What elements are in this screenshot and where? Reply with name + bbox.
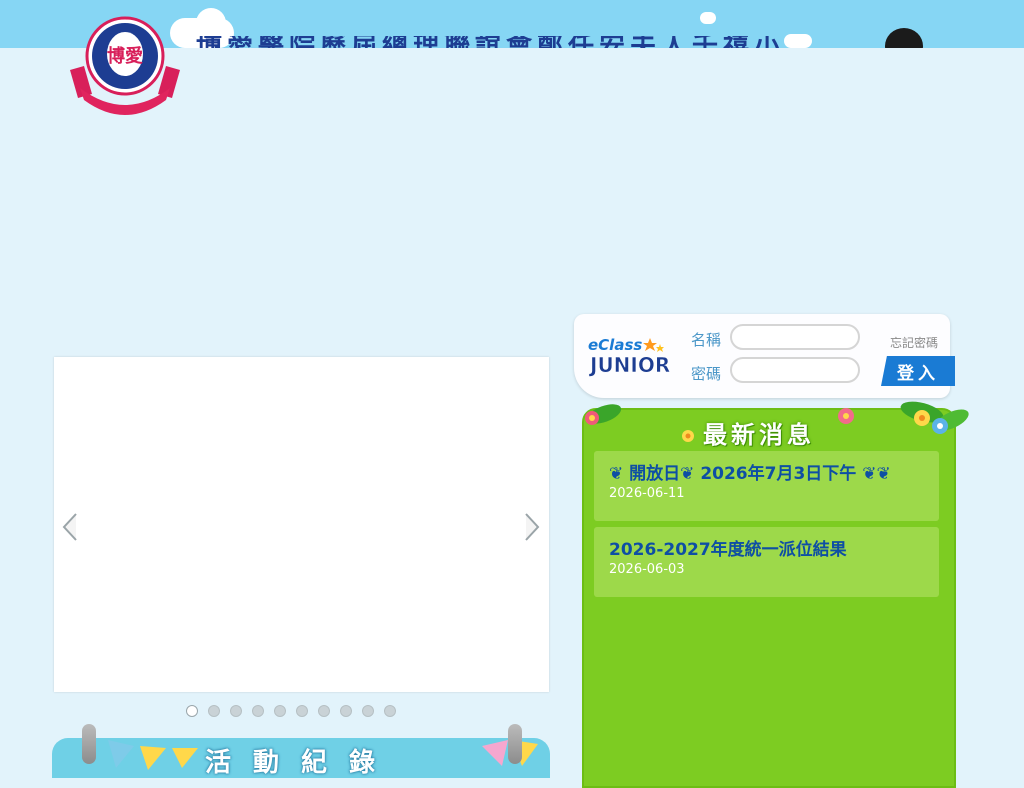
login-button[interactable]: 登入 (881, 356, 955, 386)
chevron-left-icon (62, 513, 77, 541)
news-item-date: 2026-06-03 (609, 562, 685, 577)
slider-dot[interactable] (186, 705, 198, 717)
slider-dot[interactable] (252, 705, 264, 717)
news-item-title[interactable]: 2026-2027年度統一派位結果 (609, 535, 847, 560)
slider-dot[interactable] (296, 705, 308, 717)
banner-pin (508, 724, 522, 764)
slider-dot[interactable] (230, 705, 242, 717)
username-input[interactable] (730, 324, 860, 350)
flower-decoration-icon (838, 408, 854, 424)
activity-records-banner[interactable]: 活動紀錄 (52, 738, 550, 778)
banner-pin (82, 724, 96, 764)
activity-title: 活動紀錄 (204, 748, 397, 778)
flower-decoration-icon (682, 430, 694, 442)
password-input[interactable] (730, 357, 860, 383)
news-item-title[interactable]: ❦ 開放日❦ 2026年7月3日下午 ❦❦ (609, 459, 891, 484)
svg-text:博愛: 博愛 (107, 45, 143, 67)
slider-prev-button[interactable] (61, 512, 79, 542)
news-title: 最新消息 (703, 421, 815, 449)
flower-decoration-icon (900, 401, 969, 434)
photo-slider[interactable] (54, 357, 549, 692)
slider-dot[interactable] (318, 705, 330, 717)
slider-dot[interactable] (384, 705, 396, 717)
school-name: 博愛醫院歷屆總理聯誼會鄭任安夫人千禧小學 (196, 36, 796, 48)
slider-dot[interactable] (208, 705, 220, 717)
news-item[interactable]: ❦ 開放日❦ 2026年7月3日下午 ❦❦ 2026-06-11 (594, 451, 939, 521)
chevron-right-icon (525, 513, 540, 541)
slider-next-button[interactable] (523, 512, 541, 542)
svg-text:eClass: eClass (588, 336, 642, 354)
school-logo[interactable]: 博愛 (66, 10, 184, 120)
news-item[interactable]: 2026-2027年度統一派位結果 2026-06-03 (594, 527, 939, 597)
mascot-head-icon (884, 26, 924, 48)
cloud-decoration (196, 8, 226, 38)
slider-dot[interactable] (274, 705, 286, 717)
slider-dot[interactable] (340, 705, 352, 717)
forgot-password-link[interactable]: 忘記密碼 (890, 334, 938, 351)
eclass-junior-logo: eClass JUNIOR (586, 332, 686, 378)
slider-pagination (186, 705, 396, 717)
cloud-decoration (700, 12, 716, 24)
slider-dot[interactable] (362, 705, 374, 717)
password-label: 密碼 (691, 365, 722, 383)
svg-text:JUNIOR: JUNIOR (588, 353, 670, 377)
flower-decoration-icon (585, 404, 622, 425)
username-label: 名稱 (691, 331, 722, 349)
news-item-date: 2026-06-11 (609, 486, 685, 501)
